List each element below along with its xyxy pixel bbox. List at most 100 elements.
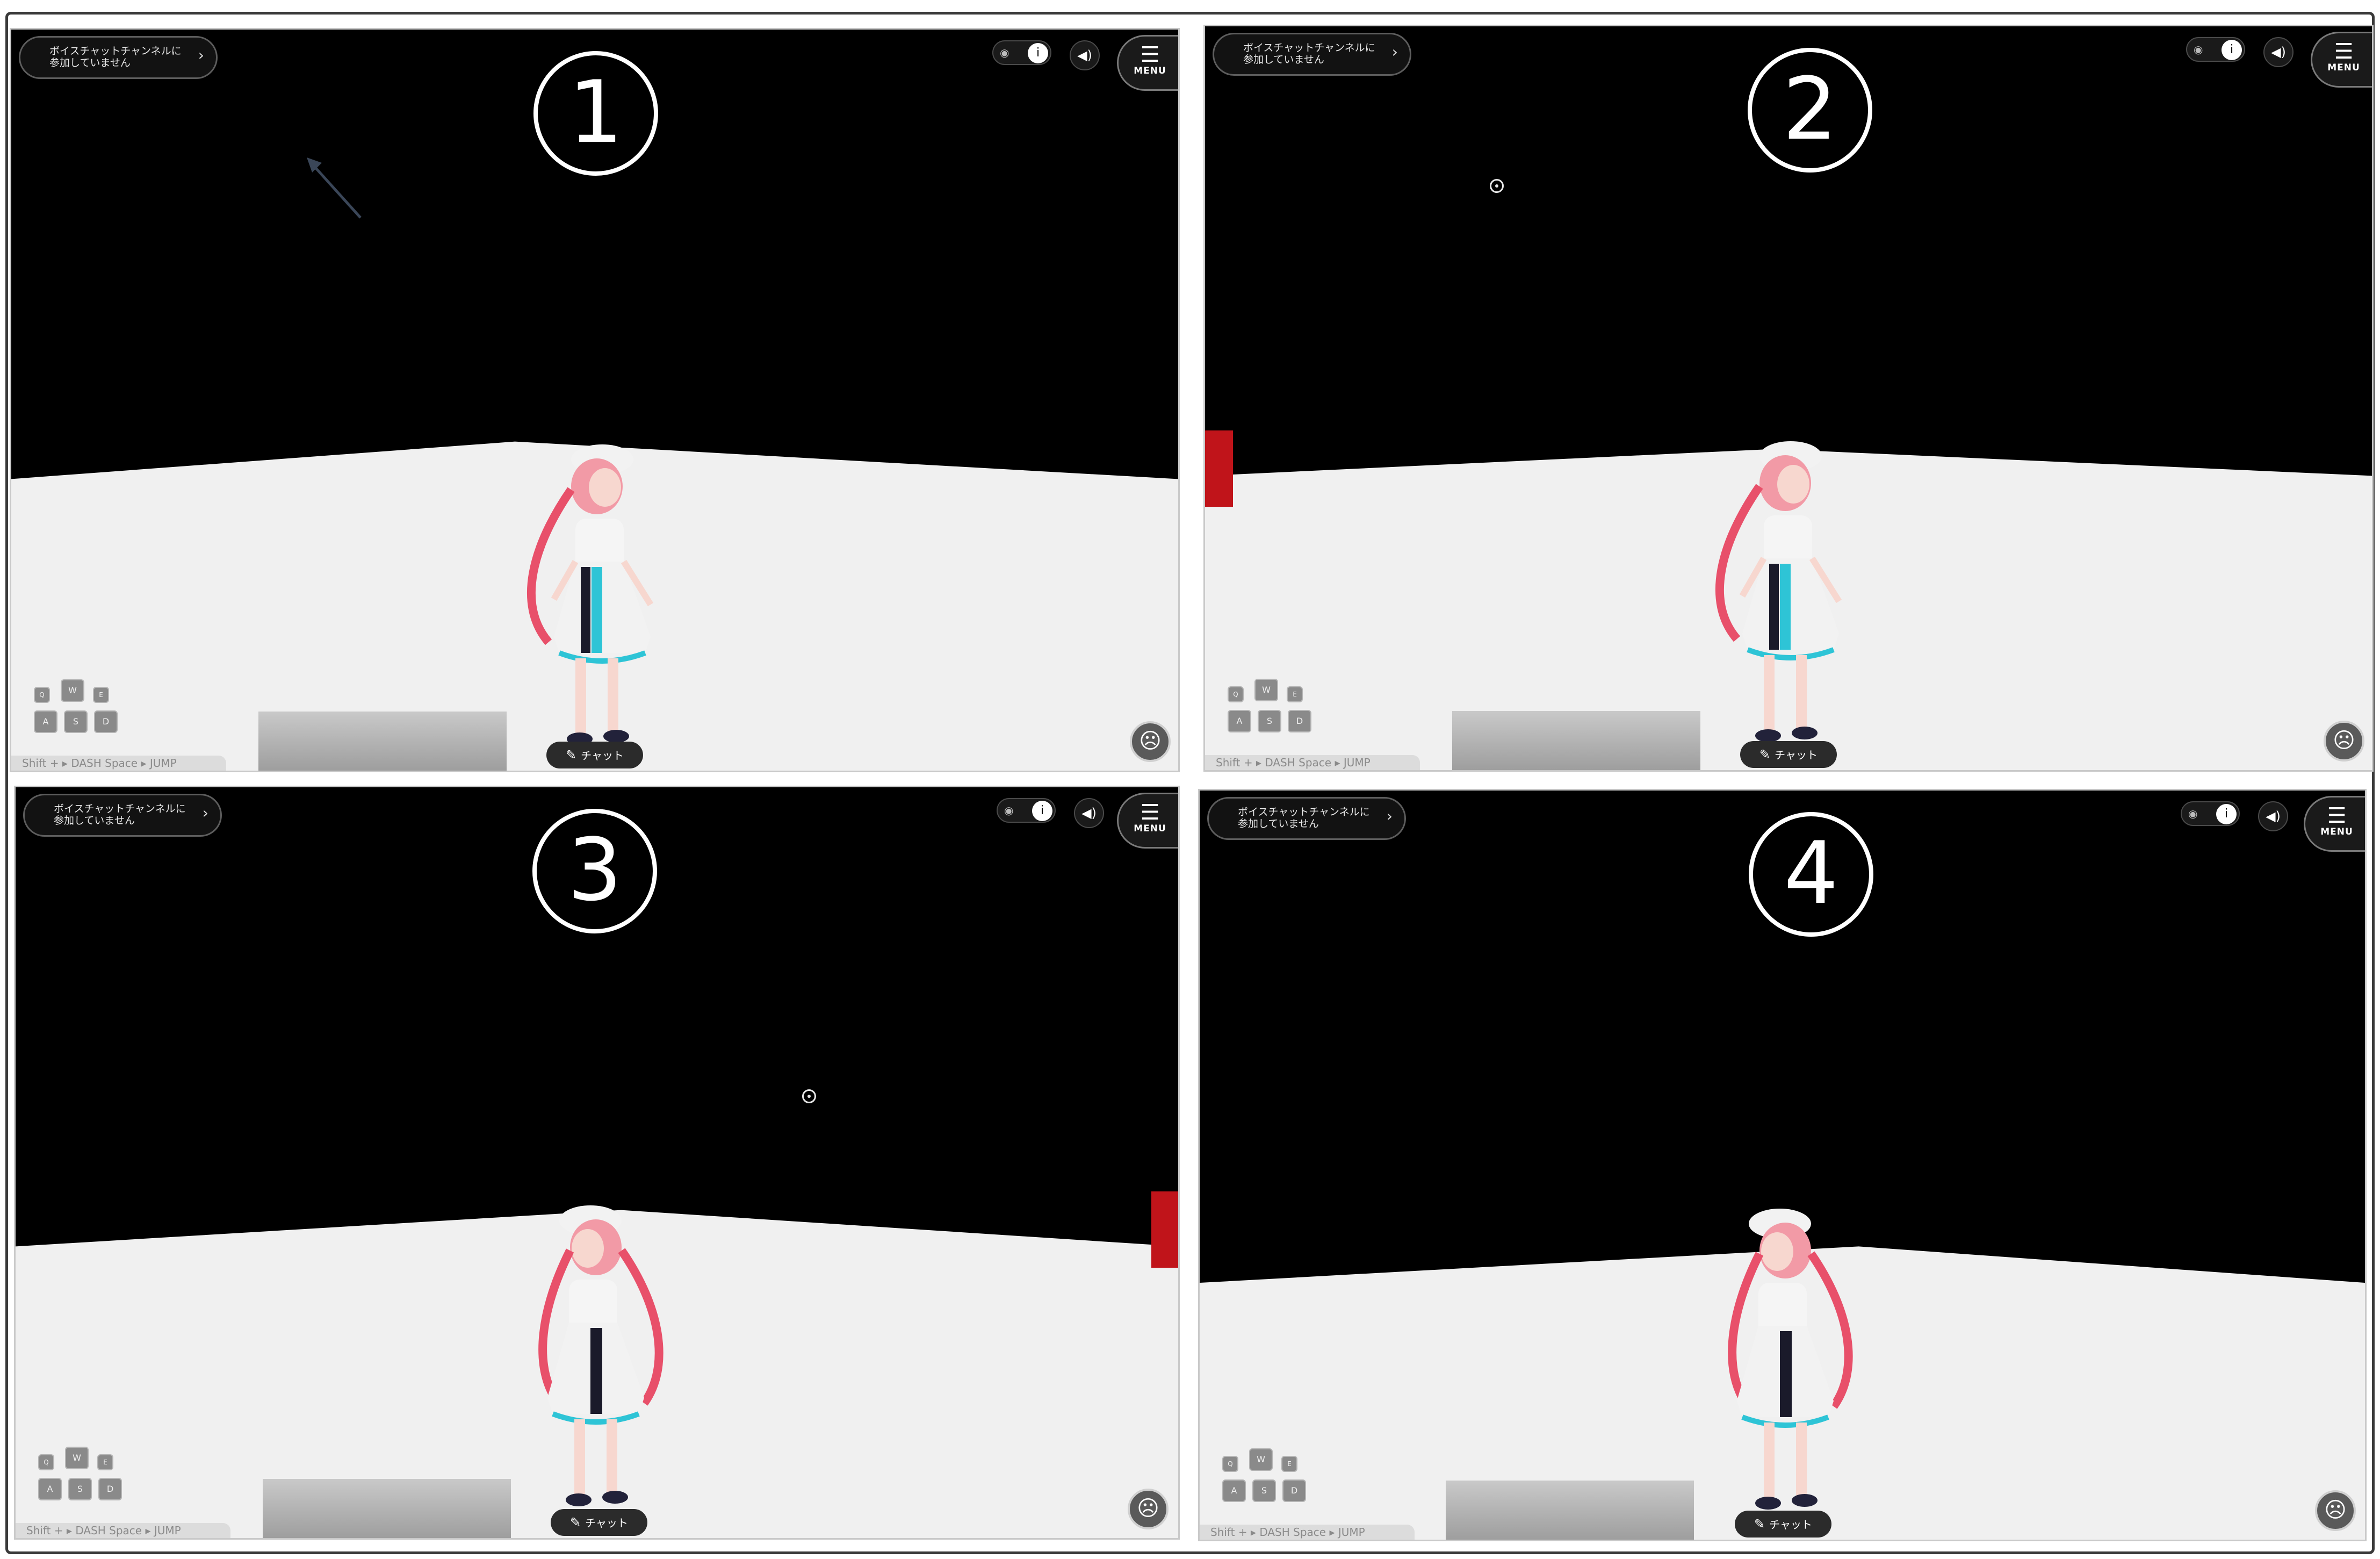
dash-jump-hint: Shift + ▸ DASH Space ▸ JUMP <box>1200 1525 1415 1540</box>
chat-icon: ✎ <box>1759 747 1771 762</box>
person-icon: ⅰ <box>2216 804 2237 824</box>
eye-icon: ◉ <box>1004 804 1014 817</box>
bottom-info-panel <box>1446 1481 1694 1540</box>
volume-button[interactable]: ◀) <box>1074 798 1104 828</box>
red-wall-marker <box>1151 1191 1178 1268</box>
bottom-info-panel <box>1452 711 1700 770</box>
view-mode-toggle[interactable]: ◉ ⅰ <box>992 40 1051 65</box>
emote-face-button[interactable]: ☹ <box>2324 721 2364 761</box>
key-a: A <box>1228 710 1251 732</box>
key-a: A <box>38 1478 62 1500</box>
key-a: A <box>1222 1479 1246 1502</box>
bottom-info-panel <box>258 712 507 771</box>
voice-chat-status-pill[interactable]: ボイスチャットチャンネルに 参加していません › <box>19 36 218 79</box>
player-avatar[interactable] <box>510 1199 682 1534</box>
volume-button[interactable]: ◀) <box>2258 801 2288 831</box>
keyboard-hint: Q W E A S D <box>22 679 129 749</box>
chat-button[interactable]: ✎ チャット <box>1740 741 1837 768</box>
hamburger-icon: ☰ <box>2334 39 2354 64</box>
menu-label: MENU <box>2327 62 2360 73</box>
key-s: S <box>1252 1479 1276 1502</box>
person-icon: ⅰ <box>2222 40 2242 60</box>
key-s: S <box>68 1478 92 1500</box>
crosshair-icon <box>802 1089 816 1103</box>
dash-jump-hint: Shift + ▸ DASH Space ▸ JUMP <box>11 756 226 771</box>
key-a: A <box>34 710 57 733</box>
scene-panel-2[interactable]: ボイスチャットチャンネルに 参加していません › 2 ◉ ⅰ ◀) ☰ MENU… <box>1203 25 2374 772</box>
menu-label: MENU <box>2320 827 2353 837</box>
chat-button[interactable]: ✎ チャット <box>551 1509 647 1536</box>
eye-icon: ◉ <box>2188 807 2198 820</box>
key-w: W <box>61 679 84 702</box>
key-e: E <box>97 1454 113 1470</box>
menu-button[interactable]: ☰ MENU <box>1117 793 1178 849</box>
view-mode-toggle[interactable]: ◉ ⅰ <box>2186 37 2245 62</box>
scene-panel-1[interactable]: ボイスチャットチャンネルに 参加していません › 1 ◉ ⅰ ◀) ☰ MENU… <box>10 28 1180 772</box>
avatar-figure <box>538 1205 663 1506</box>
key-w: W <box>65 1447 89 1469</box>
person-icon: ⅰ <box>1028 43 1048 63</box>
volume-button[interactable]: ◀) <box>2263 37 2294 67</box>
voice-chat-status-pill[interactable]: ボイスチャットチャンネルに 参加していません › <box>1207 797 1406 840</box>
player-avatar[interactable] <box>511 438 683 771</box>
keyboard-hint: Q W E A S D <box>1210 1448 1318 1518</box>
scene-panel-3[interactable]: ボイスチャットチャンネルに 参加していません › 3 ◉ ⅰ ◀) ☰ MENU… <box>14 786 1180 1540</box>
volume-button[interactable]: ◀) <box>1070 40 1100 70</box>
avatar-figure <box>1715 441 1842 742</box>
menu-button[interactable]: ☰ MENU <box>2304 796 2365 852</box>
key-e: E <box>1287 686 1303 702</box>
keyboard-hint: Q W E A S D <box>26 1447 134 1517</box>
key-d: D <box>1288 710 1311 732</box>
chevron-right-icon: › <box>198 46 204 64</box>
chat-label: チャット <box>581 749 624 762</box>
key-w: W <box>1249 1448 1273 1471</box>
key-w: W <box>1254 679 1278 701</box>
key-e: E <box>1281 1456 1297 1472</box>
eye-icon: ◉ <box>1000 46 1009 59</box>
dash-jump-hint: Shift + ▸ DASH Space ▸ JUMP <box>16 1523 230 1538</box>
key-d: D <box>98 1478 122 1500</box>
chat-icon: ✎ <box>1754 1517 1765 1532</box>
key-q: Q <box>1222 1456 1238 1472</box>
voice-chat-status-text: ボイスチャットチャンネルに 参加していません <box>49 45 182 69</box>
chevron-right-icon: › <box>1386 807 1393 825</box>
menu-label: MENU <box>1134 66 1166 76</box>
voice-chat-status-text: ボイスチャットチャンネルに 参加していません <box>54 803 186 827</box>
chat-icon: ✎ <box>566 748 577 763</box>
emote-face-button[interactable]: ☹ <box>1128 1489 1169 1529</box>
menu-button[interactable]: ☰ MENU <box>2311 32 2372 88</box>
hamburger-icon: ☰ <box>2327 803 2347 828</box>
chevron-right-icon: › <box>1391 43 1398 61</box>
view-mode-toggle[interactable]: ◉ ⅰ <box>2181 801 2240 826</box>
hamburger-icon: ☰ <box>1140 800 1160 825</box>
player-avatar[interactable] <box>1699 435 1871 770</box>
panel-number-badge: 2 <box>1748 48 1872 173</box>
chat-label: チャット <box>585 1517 628 1529</box>
dash-jump-hint: Shift + ▸ DASH Space ▸ JUMP <box>1205 755 1420 770</box>
avatar-figure <box>527 444 654 745</box>
key-e: E <box>93 687 109 703</box>
chat-label: チャット <box>1769 1518 1812 1531</box>
chevron-right-icon: › <box>202 804 208 822</box>
key-s: S <box>1258 710 1281 732</box>
scene-panel-4[interactable]: ボイスチャットチャンネルに 参加していません › 4 ◉ ⅰ ◀) ☰ MENU… <box>1198 789 2367 1541</box>
voice-chat-status-text: ボイスチャットチャンネルに 参加していません <box>1238 806 1370 830</box>
avatar-figure <box>1728 1209 1853 1510</box>
keyboard-hint: Q W E A S D <box>1216 679 1323 749</box>
emote-face-button[interactable]: ☹ <box>1130 721 1171 762</box>
emote-face-button[interactable]: ☹ <box>2315 1490 2356 1531</box>
voice-chat-status-pill[interactable]: ボイスチャットチャンネルに 参加していません › <box>23 794 222 837</box>
person-icon: ⅰ <box>1032 801 1052 821</box>
hamburger-icon: ☰ <box>1140 42 1160 67</box>
menu-button[interactable]: ☰ MENU <box>1117 35 1178 91</box>
crosshair-icon <box>1490 179 1504 193</box>
voice-chat-status-pill[interactable]: ボイスチャットチャンネルに 参加していません › <box>1213 33 1411 76</box>
chat-button[interactable]: ✎ チャット <box>1735 1511 1831 1538</box>
view-mode-toggle[interactable]: ◉ ⅰ <box>997 798 1056 823</box>
key-d: D <box>94 710 118 733</box>
bottom-info-panel <box>263 1479 511 1538</box>
chat-label: チャット <box>1775 749 1818 761</box>
player-avatar[interactable] <box>1699 1202 1871 1538</box>
panel-number-badge: 1 <box>533 51 658 176</box>
chat-button[interactable]: ✎ チャット <box>546 742 643 768</box>
